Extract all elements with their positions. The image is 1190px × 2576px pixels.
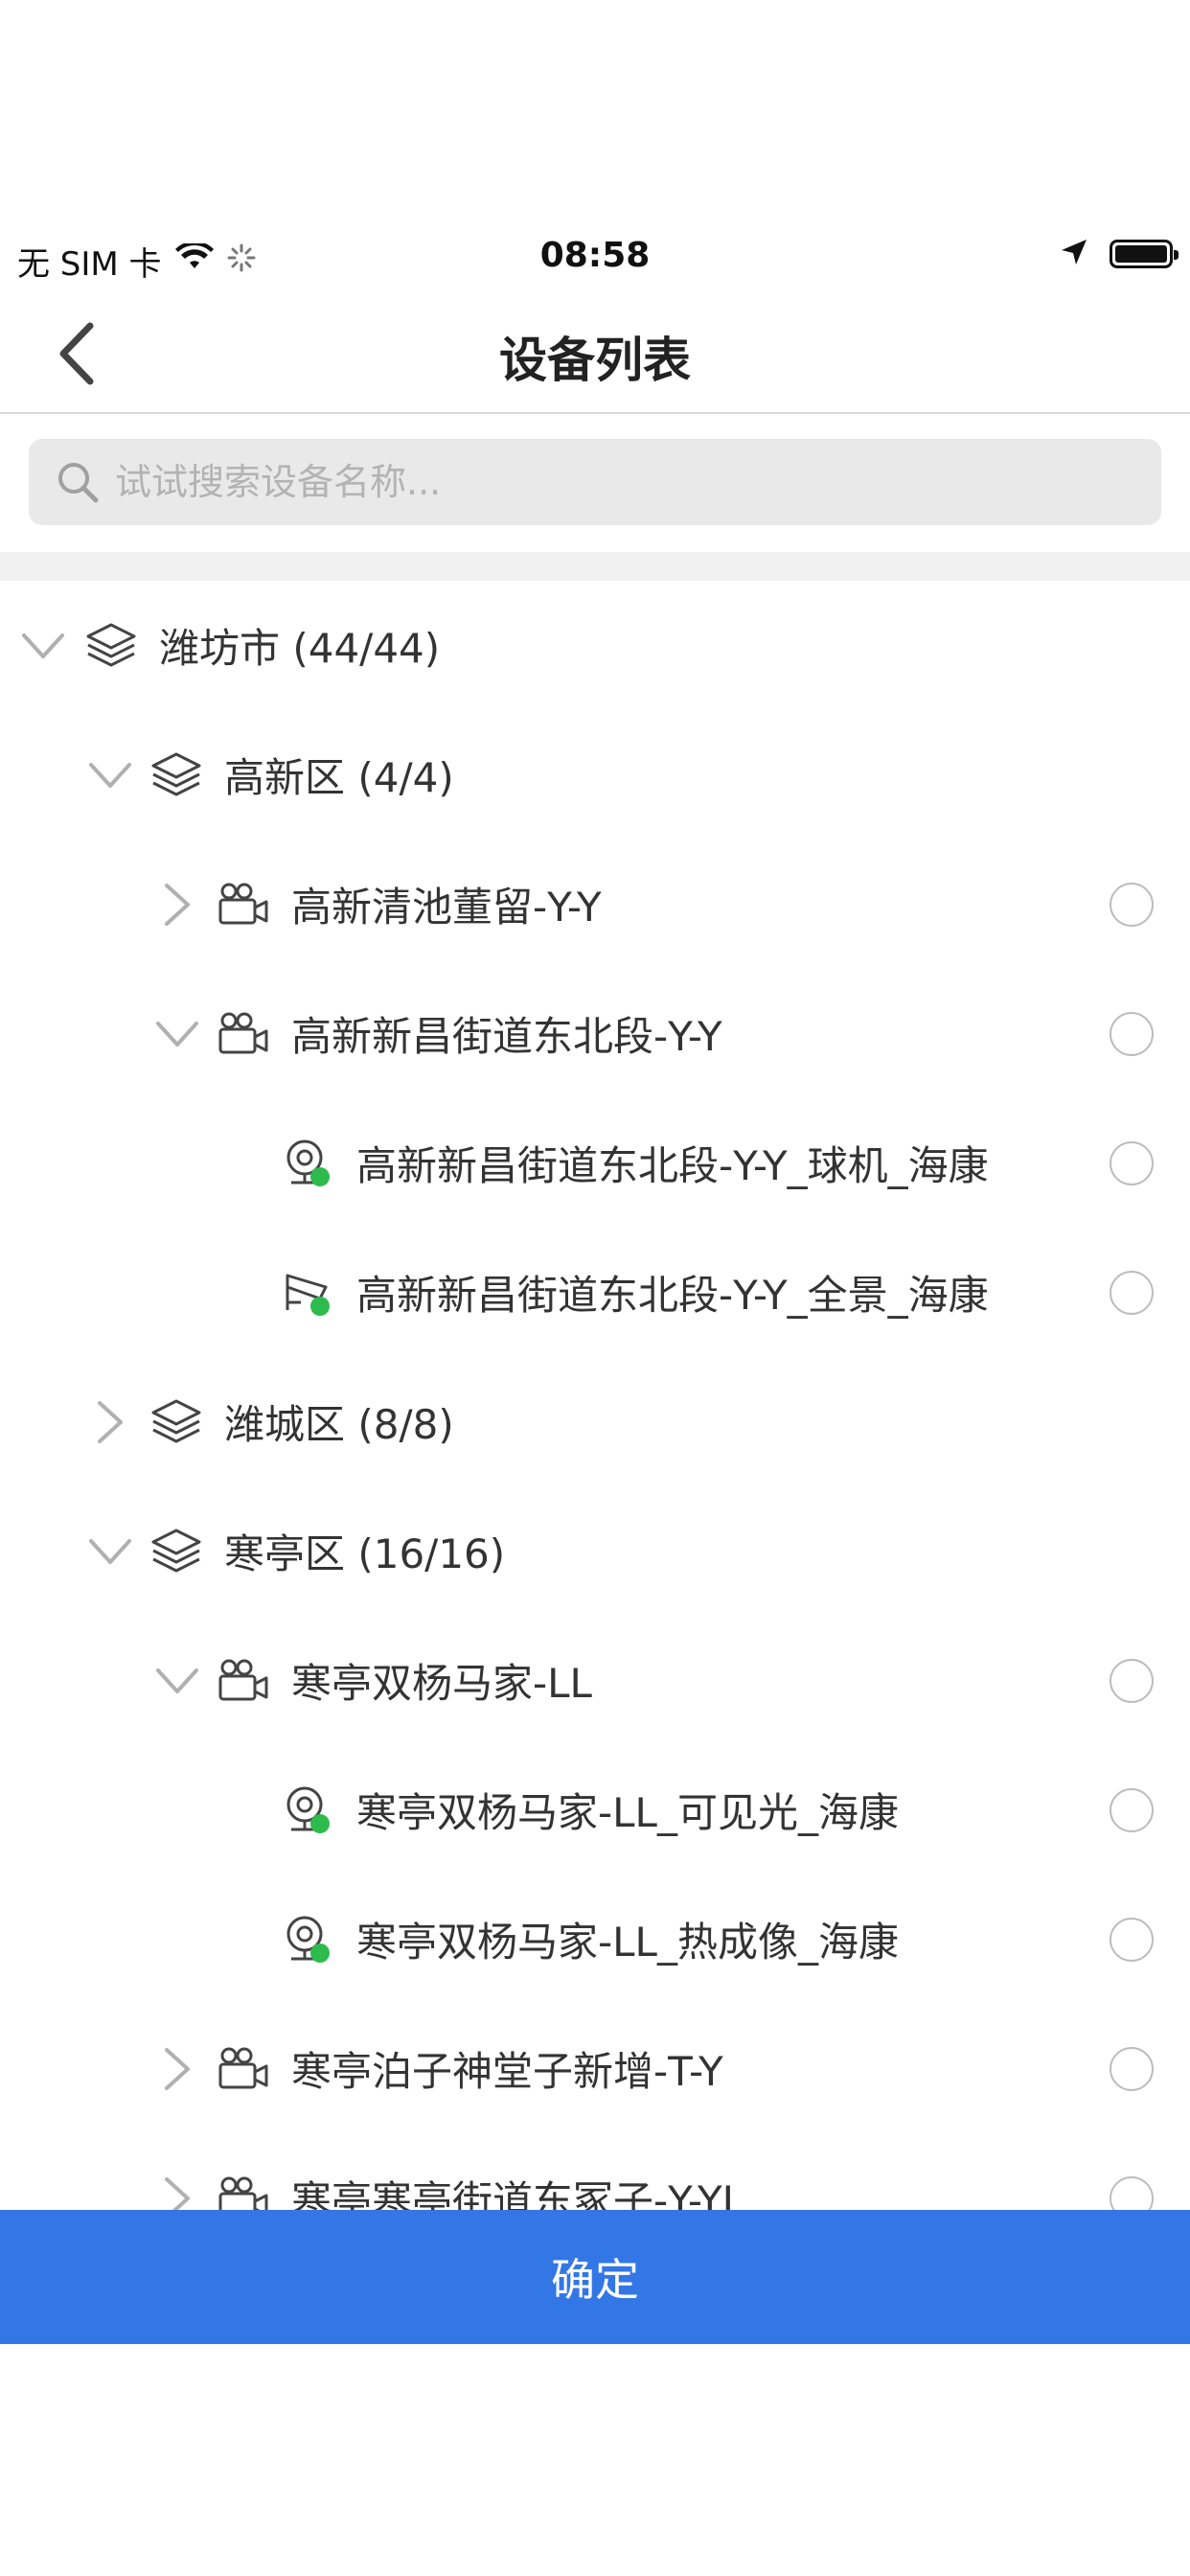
select-radio[interactable] [1110, 882, 1154, 927]
tree-row-camera[interactable]: 寒亭双杨马家-LL_可见光_海康 [0, 1745, 1190, 1874]
tree-label: 寒亭双杨马家-LL_可见光_海康 [356, 1789, 899, 1836]
confirm-button[interactable]: 确定 [0, 2210, 1190, 2344]
layers-icon [148, 747, 205, 804]
select-radio[interactable] [1110, 2046, 1154, 2091]
tree-label: 潍坊市 (44/44) [159, 625, 441, 672]
select-radio[interactable] [1110, 2175, 1154, 2210]
video-camera-icon [215, 2170, 272, 2210]
battery-icon [1110, 240, 1179, 268]
tree-label: 寒亭双杨马家-LL_热成像_海康 [356, 1919, 899, 1966]
chevron-down-icon[interactable] [153, 1010, 201, 1058]
video-camera-icon [215, 1005, 272, 1063]
status-right [1060, 238, 1179, 270]
nav-bar: 设备列表 [0, 293, 1190, 414]
tree-row-site[interactable]: 寒亭泊子神堂子新增-T-Y [0, 2004, 1190, 2133]
video-camera-icon [215, 1652, 272, 1710]
chevron-right-icon[interactable] [86, 1398, 134, 1446]
online-dot [310, 1166, 330, 1186]
layers-icon [82, 617, 140, 675]
status-time: 08:58 [539, 236, 651, 275]
tree-row-region[interactable]: 高新区 (4/4) [0, 710, 1190, 840]
select-radio[interactable] [1110, 1140, 1154, 1185]
tree-row-region[interactable]: 寒亭区 (16/16) [0, 1486, 1190, 1616]
search-bar[interactable] [29, 439, 1161, 525]
video-camera-icon [215, 876, 272, 933]
tree-row-camera[interactable]: 高新新昌街道东北段-Y-Y_全景_海康 [0, 1228, 1190, 1357]
tree-label: 高新新昌街道东北段-Y-Y_球机_海康 [356, 1142, 989, 1189]
chevron-down-icon[interactable] [19, 622, 67, 670]
tree-row-site[interactable]: 高新清池董留-Y-Y [0, 840, 1190, 969]
bullet-camera-icon [280, 1264, 337, 1322]
tree-row-site[interactable]: 寒亭双杨马家-LL [0, 1616, 1190, 1745]
chevron-down-icon[interactable] [86, 1528, 134, 1576]
tree-row-site[interactable]: 高新新昌街道东北段-Y-Y [0, 969, 1190, 1098]
select-radio[interactable] [1110, 1270, 1154, 1315]
tree-label: 高新新昌街道东北段-Y-Y_全景_海康 [356, 1272, 989, 1319]
location-arrow-icon [1060, 238, 1088, 270]
layers-icon [148, 1523, 205, 1580]
tree-label: 寒亭寒亭街道东冢子-Y-YL [291, 2177, 745, 2210]
layers-icon [148, 1393, 205, 1451]
dome-camera-icon [280, 1911, 337, 1968]
search-area [0, 414, 1190, 552]
chevron-right-icon[interactable] [153, 2174, 201, 2210]
status-bar: 无 SIM 卡 08:58 [0, 222, 1190, 293]
select-radio[interactable] [1110, 1011, 1154, 1056]
chevron-down-icon[interactable] [86, 751, 134, 799]
chevron-right-icon[interactable] [153, 881, 201, 929]
search-input[interactable] [113, 460, 1152, 504]
select-radio[interactable] [1110, 1787, 1154, 1832]
tree-label: 寒亭双杨马家-LL [291, 1660, 592, 1707]
select-radio[interactable] [1110, 1658, 1154, 1703]
dome-camera-icon [280, 1782, 337, 1839]
chevron-down-icon[interactable] [153, 1657, 201, 1705]
tree-row-camera[interactable]: 高新新昌街道东北段-Y-Y_球机_海康 [0, 1098, 1190, 1228]
video-camera-icon [215, 2040, 272, 2098]
tree-label: 高新清池董留-Y-Y [291, 884, 602, 931]
tree-row-site[interactable]: 寒亭寒亭街道东冢子-Y-YL [0, 2133, 1190, 2210]
tree-row-region[interactable]: 潍城区 (8/8) [0, 1357, 1190, 1486]
chevron-right-icon[interactable] [153, 2045, 201, 2093]
tree-label: 寒亭区 (16/16) [224, 1530, 506, 1577]
tree-label: 潍城区 (8/8) [224, 1401, 454, 1448]
dome-camera-icon [280, 1135, 337, 1192]
select-radio[interactable] [1110, 1917, 1154, 1962]
tree-label: 寒亭泊子神堂子新增-T-Y [291, 2048, 723, 2095]
page-title: 设备列表 [499, 333, 691, 388]
search-icon [58, 463, 99, 503]
section-divider [0, 552, 1190, 581]
tree-row-camera[interactable]: 寒亭双杨马家-LL_热成像_海康 [0, 1874, 1190, 2004]
tree-label: 高新新昌街道东北段-Y-Y [291, 1013, 722, 1060]
device-tree: 潍坊市 (44/44) 高新区 (4/4) 高新清池董留-Y-Y 高新新昌街道东… [0, 581, 1190, 2210]
tree-label: 高新区 (4/4) [224, 754, 454, 801]
tree-row-region[interactable]: 潍坊市 (44/44) [0, 581, 1190, 710]
